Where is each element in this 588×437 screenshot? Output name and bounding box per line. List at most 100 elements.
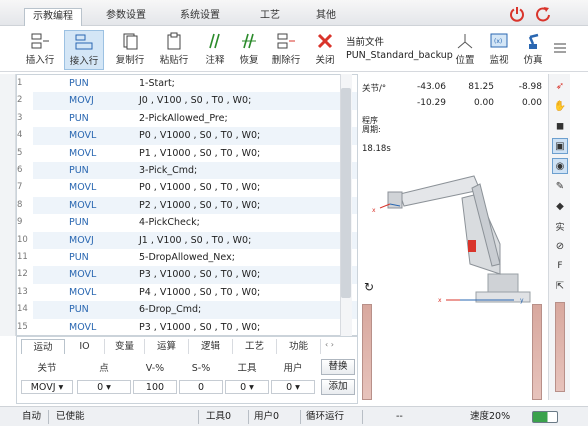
instruction-opcode: MOVJ	[69, 234, 94, 246]
svg-text:x: x	[372, 207, 376, 214]
tab-param-settings[interactable]: 参数设置	[96, 8, 156, 26]
instruction-args: 3-Pick_Cmd;	[139, 165, 198, 176]
point-select[interactable]: 0 ▾	[77, 380, 131, 394]
code-row[interactable]: 11 PUN 5-DropAllowed_Nex;	[17, 249, 357, 266]
comment-button[interactable]: 注释	[198, 30, 232, 70]
hand-icon[interactable]: ✋	[552, 98, 568, 114]
tab-logic[interactable]: 逻辑	[189, 339, 233, 354]
status-divider	[362, 410, 363, 424]
code-row[interactable]: 6 PUN 3-Pick_Cmd;	[17, 162, 357, 180]
close-icon	[310, 30, 340, 52]
s-input[interactable]: 0	[179, 380, 223, 394]
eye-icon[interactable]: ◉	[552, 158, 568, 174]
code-editor[interactable]: 1 PUN 1-Start; 2 MOVJ J0 , V100 , S0 , T0 , W…	[16, 74, 358, 336]
speed-slider[interactable]	[555, 302, 565, 392]
tab-process-inst[interactable]: 工艺	[233, 339, 277, 354]
tab-scroll-arrows[interactable]: ‹ ›	[325, 340, 334, 349]
paste-row-button[interactable]: 粘贴行	[154, 30, 194, 70]
joint-select[interactable]: MOVJ ▾	[21, 380, 73, 394]
code-row[interactable]: 14 PUN 6-Drop_Cmd;	[17, 301, 357, 319]
insert-row-button[interactable]: 插入行	[20, 30, 60, 70]
line-number: 14	[17, 304, 28, 315]
comment-label: 注释	[205, 55, 225, 66]
code-row[interactable]: 2 MOVJ J0 , V100 , S0 , T0 , W0;	[17, 92, 357, 110]
line-number: 1	[17, 78, 23, 88]
paste-row-label: 粘贴行	[159, 55, 189, 66]
code-row[interactable]: 7 MOVL P0 , V1000 , S0 , T0 , W0;	[17, 179, 357, 196]
hide-icon[interactable]: ⊘	[552, 238, 568, 254]
replace-button[interactable]: 替换	[321, 359, 355, 375]
user-select[interactable]: 0 ▾	[271, 380, 315, 394]
instruction-opcode: PUN	[69, 165, 89, 176]
cube-icon[interactable]: ◼	[552, 118, 568, 134]
right-tool-strip: ➶ ✋ ◼ ▣ ◉ ✎ ◆ 实 ⊘ F ⇱	[548, 74, 570, 400]
tool-value: 0	[240, 382, 247, 393]
delete-row-button[interactable]: 删除行	[266, 30, 306, 70]
code-scrollbar-thumb[interactable]	[341, 88, 351, 298]
robot-3d-view[interactable]: x y x	[370, 154, 546, 314]
code-row[interactable]: 12 MOVL P3 , V1000 , S0 , T0 , W0;	[17, 266, 357, 284]
v-input[interactable]: 100	[133, 380, 177, 394]
menu-icon[interactable]	[552, 40, 568, 56]
code-row[interactable]: 15 MOVL P3 , V1000 , S0 , T0 , W0;	[17, 319, 357, 335]
j2-value: 81.25	[468, 82, 494, 92]
append-row-label: 接入行	[69, 56, 99, 67]
line-number: 6	[17, 165, 23, 175]
position-label: 位置	[455, 55, 475, 66]
tab-variable[interactable]: 变量	[105, 339, 145, 354]
code-row[interactable]: 8 MOVL P2 , V1000 , S0 , T0 , W0;	[17, 196, 357, 215]
solid-icon[interactable]: 实	[552, 218, 568, 234]
position-icon	[452, 30, 478, 52]
eraser-icon[interactable]: ◆	[552, 198, 568, 214]
pointer-icon[interactable]: ➶	[552, 78, 568, 94]
add-button[interactable]: 添加	[321, 379, 355, 395]
comment-icon	[198, 30, 232, 52]
export-icon[interactable]: ⇱	[552, 278, 568, 294]
monitor-button[interactable]: (x) 监视	[484, 30, 514, 70]
instruction-opcode: PUN	[69, 252, 89, 263]
instruction-opcode: PUN	[69, 217, 89, 229]
monitor-icon: (x)	[484, 30, 514, 52]
tab-other[interactable]: 其他	[306, 8, 346, 26]
tab-teach-program[interactable]: 示教编程	[24, 8, 82, 26]
code-row[interactable]: 4 MOVL P0 , V1000 , S0 , T0 , W0;	[17, 127, 357, 145]
view-top-icon[interactable]: ▣	[552, 138, 568, 154]
instruction-args: P0 , V1000 , S0 , T0 , W0;	[139, 130, 261, 142]
code-row[interactable]: 1 PUN 1-Start;	[17, 75, 357, 92]
tool-select[interactable]: 0 ▾	[225, 380, 269, 394]
rotate-view-icon[interactable]: ↻	[364, 280, 374, 294]
left-jog-slider[interactable]	[362, 304, 372, 400]
tab-system-settings[interactable]: 系统设置	[170, 8, 230, 26]
power-icon[interactable]	[508, 5, 526, 23]
code-row[interactable]: 3 PUN 2-PickAllowed_Pre;	[17, 110, 357, 127]
tab-function[interactable]: 功能	[277, 339, 321, 354]
refresh-icon[interactable]	[534, 5, 552, 23]
battery-icon	[532, 411, 558, 423]
close-button[interactable]: 关闭	[310, 30, 340, 70]
code-row[interactable]: 10 MOVJ J1 , V100 , S0 , T0 , W0;	[17, 231, 357, 249]
right-jog-slider[interactable]	[532, 304, 542, 400]
svg-text:(x): (x)	[494, 38, 502, 45]
code-row[interactable]: 13 MOVL P4 , V1000 , S0 , T0 , W0;	[17, 284, 357, 301]
simulate-button[interactable]: 仿真	[518, 30, 548, 70]
header-point: 点	[99, 363, 109, 374]
code-row[interactable]: 5 MOVL P1 , V1000 , S0 , T0 , W0;	[17, 145, 357, 162]
line-number-gutter	[0, 74, 16, 336]
restore-button[interactable]: 恢复	[232, 30, 266, 70]
tab-motion[interactable]: 运动	[21, 339, 65, 354]
frame-icon[interactable]: F	[552, 258, 568, 274]
instruction-args: P2 , V1000 , S0 , T0 , W0;	[139, 199, 261, 211]
copy-row-button[interactable]: 复制行	[110, 30, 150, 70]
tab-io[interactable]: IO	[65, 339, 105, 354]
append-row-button[interactable]: 接入行	[64, 30, 104, 70]
delete-row-label: 删除行	[271, 55, 301, 66]
code-row[interactable]: 9 PUN 4-PickCheck;	[17, 214, 357, 231]
line-number: 12	[17, 269, 28, 280]
position-button[interactable]: 位置	[452, 30, 478, 70]
j6-value: 0.00	[521, 98, 542, 108]
tab-process[interactable]: 工艺	[250, 8, 290, 26]
tab-arithmetic[interactable]: 运算	[145, 339, 189, 354]
top-tab-bar: 示教编程 参数设置 系统设置 工艺 其他	[0, 0, 588, 26]
pen-icon[interactable]: ✎	[552, 178, 568, 194]
current-file-label: 当前文件	[346, 37, 385, 48]
